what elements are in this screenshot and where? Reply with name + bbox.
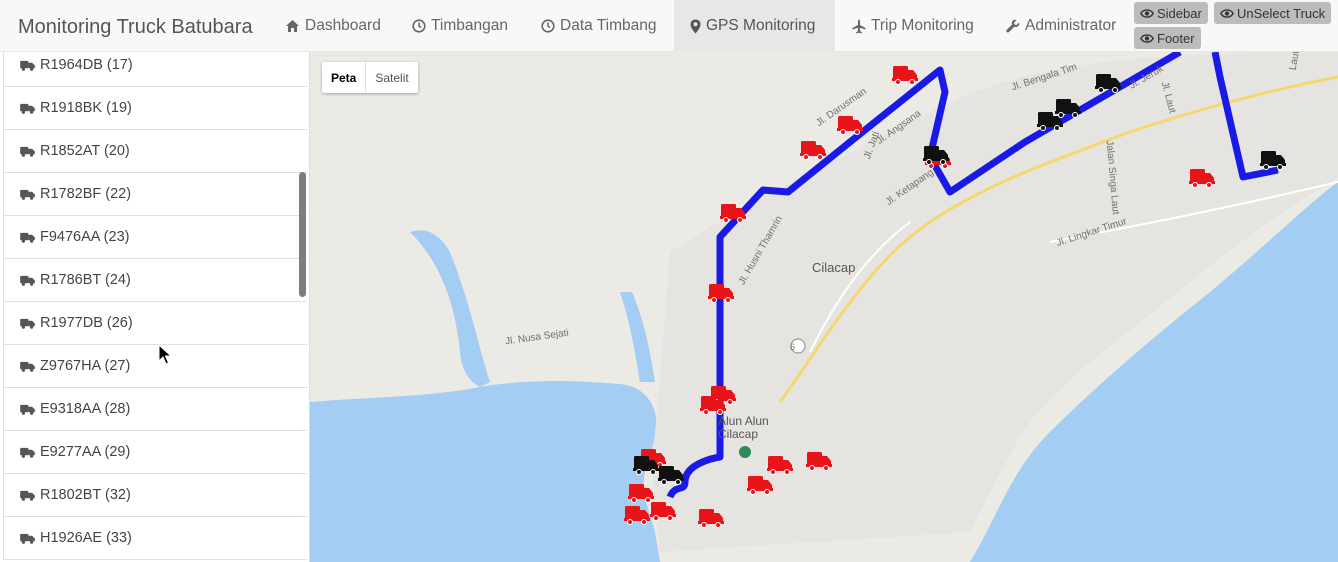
truck-icon bbox=[20, 447, 35, 458]
truck-list-item[interactable]: R1977DB (26) bbox=[3, 302, 307, 345]
nav-trip-monitoring-label: Trip Monitoring bbox=[871, 17, 974, 34]
truck-marker[interactable] bbox=[700, 394, 726, 416]
map-marker-icon bbox=[690, 19, 701, 33]
truck-list-item-label: R1964DB (17) bbox=[40, 57, 133, 73]
mouse-cursor-icon bbox=[158, 344, 172, 365]
nav-data-timbang-label: Data Timbang bbox=[560, 17, 657, 34]
truck-marker[interactable] bbox=[720, 202, 746, 224]
eye-icon bbox=[1140, 33, 1154, 44]
unselect-truck-button[interactable]: UnSelect Truck bbox=[1214, 2, 1332, 24]
truck-marker[interactable] bbox=[1189, 167, 1215, 189]
nav-trip-monitoring[interactable]: Trip Monitoring bbox=[852, 0, 974, 52]
truck-list-item[interactable]: E9277AA (29) bbox=[3, 431, 307, 474]
truck-list-item[interactable]: F9476AA (23) bbox=[3, 216, 307, 259]
footer-toggle-label: Footer bbox=[1157, 30, 1195, 46]
truck-list-item-label: R1782BF (22) bbox=[40, 186, 132, 202]
eye-icon bbox=[1140, 8, 1154, 19]
truck-list-item-label: R1802BT (32) bbox=[40, 487, 131, 503]
truck-list: R1964DB (17) R1918BK (19) R1852AT (20) R… bbox=[3, 52, 307, 560]
truck-marker[interactable] bbox=[1260, 149, 1286, 171]
truck-icon bbox=[20, 490, 35, 501]
truck-marker[interactable] bbox=[800, 139, 826, 161]
truck-marker[interactable] bbox=[892, 64, 918, 86]
sidebar-scrollbar[interactable] bbox=[299, 172, 306, 297]
truck-icon bbox=[20, 533, 35, 544]
truck-marker[interactable] bbox=[624, 504, 650, 526]
truck-list-item[interactable]: R1918BK (19) bbox=[3, 87, 307, 130]
truck-list-item[interactable]: H1926AE (33) bbox=[3, 517, 307, 560]
navbar: Monitoring Truck Batubara Dashboard Timb… bbox=[0, 0, 1338, 52]
truck-marker[interactable] bbox=[767, 454, 793, 476]
truck-list-item-label: R1918BK (19) bbox=[40, 100, 132, 116]
sidebar-toggle-button[interactable]: Sidebar bbox=[1134, 2, 1208, 24]
truck-list-item[interactable]: R1786BT (24) bbox=[3, 259, 307, 302]
nav-gps-monitoring[interactable]: GPS Monitoring bbox=[674, 0, 835, 52]
truck-marker[interactable] bbox=[1037, 110, 1063, 132]
truck-icon bbox=[20, 318, 35, 329]
truck-marker[interactable] bbox=[923, 144, 949, 166]
gps-map[interactable]: Peta Satelit Cilacap 6 Alun Alun Cilacap… bbox=[310, 52, 1338, 562]
truck-marker[interactable] bbox=[747, 474, 773, 496]
truck-marker[interactable] bbox=[698, 507, 724, 529]
truck-marker[interactable] bbox=[1095, 72, 1121, 94]
nav-data-timbang[interactable]: Data Timbang bbox=[541, 0, 657, 52]
map-type-peta[interactable]: Peta bbox=[322, 62, 367, 93]
truck-list-item-label: R1786BT (24) bbox=[40, 272, 131, 288]
truck-marker[interactable] bbox=[806, 450, 832, 472]
nav-timbangan-label: Timbangan bbox=[431, 17, 508, 34]
truck-list-item-label: Z9767HA (27) bbox=[40, 358, 131, 374]
truck-list-item[interactable]: R1964DB (17) bbox=[3, 52, 307, 87]
truck-icon bbox=[20, 232, 35, 243]
truck-list-item[interactable]: E9318AA (28) bbox=[3, 388, 307, 431]
nav-dashboard-label: Dashboard bbox=[305, 17, 381, 34]
clock-icon bbox=[412, 19, 426, 33]
truck-list-item-label: R1852AT (20) bbox=[40, 143, 130, 159]
sidebar-toggle-label: Sidebar bbox=[1157, 5, 1202, 21]
nav-administrator-label: Administrator bbox=[1025, 17, 1117, 34]
truck-icon bbox=[20, 103, 35, 114]
truck-list-item-label: E9318AA (28) bbox=[40, 401, 131, 417]
truck-list-item-label: R1977DB (26) bbox=[40, 315, 133, 331]
truck-list-item-label: E9277AA (29) bbox=[40, 444, 131, 460]
truck-icon bbox=[20, 275, 35, 286]
truck-marker[interactable] bbox=[633, 454, 659, 476]
eye-icon bbox=[1220, 8, 1234, 19]
map-type-satelit[interactable]: Satelit bbox=[366, 62, 417, 93]
truck-list-item[interactable]: R1852AT (20) bbox=[3, 130, 307, 173]
unselect-truck-label: UnSelect Truck bbox=[1237, 5, 1326, 21]
truck-list-item[interactable]: R1802BT (32) bbox=[3, 474, 307, 517]
city-label: Cilacap bbox=[812, 260, 856, 275]
truck-icon bbox=[20, 361, 35, 372]
road-marker-label: 6 bbox=[790, 342, 796, 352]
nav-dashboard[interactable]: Dashboard bbox=[285, 0, 381, 52]
truck-list-item-label: H1926AE (33) bbox=[40, 530, 132, 546]
brand-title[interactable]: Monitoring Truck Batubara bbox=[18, 16, 253, 39]
truck-icon bbox=[20, 189, 35, 200]
truck-marker[interactable] bbox=[837, 114, 863, 136]
truck-icon bbox=[20, 404, 35, 415]
truck-list-item-label: F9476AA (23) bbox=[40, 229, 130, 245]
truck-marker[interactable] bbox=[708, 282, 734, 304]
map-type-control: Peta Satelit bbox=[322, 62, 418, 93]
home-icon bbox=[286, 20, 299, 32]
truck-list-item[interactable]: R1782BF (22) bbox=[3, 173, 307, 216]
nav-administrator[interactable]: Administrator bbox=[1006, 0, 1116, 52]
nav-timbangan[interactable]: Timbangan bbox=[412, 0, 508, 52]
truck-marker[interactable] bbox=[650, 500, 676, 522]
footer-toggle-button[interactable]: Footer bbox=[1134, 27, 1201, 49]
plane-icon bbox=[852, 19, 866, 33]
truck-list-item[interactable]: Z9767HA (27) bbox=[3, 345, 307, 388]
clock-icon bbox=[541, 19, 555, 33]
truck-marker[interactable] bbox=[658, 464, 684, 486]
truck-icon bbox=[20, 60, 35, 71]
wrench-icon bbox=[1006, 19, 1020, 33]
nav-gps-monitoring-label: GPS Monitoring bbox=[706, 17, 816, 34]
landmark-label: Alun Alun Cilacap bbox=[718, 414, 769, 441]
truck-icon bbox=[20, 146, 35, 157]
map-background bbox=[310, 52, 1338, 562]
truck-sidebar: R1964DB (17) R1918BK (19) R1852AT (20) R… bbox=[0, 52, 310, 562]
